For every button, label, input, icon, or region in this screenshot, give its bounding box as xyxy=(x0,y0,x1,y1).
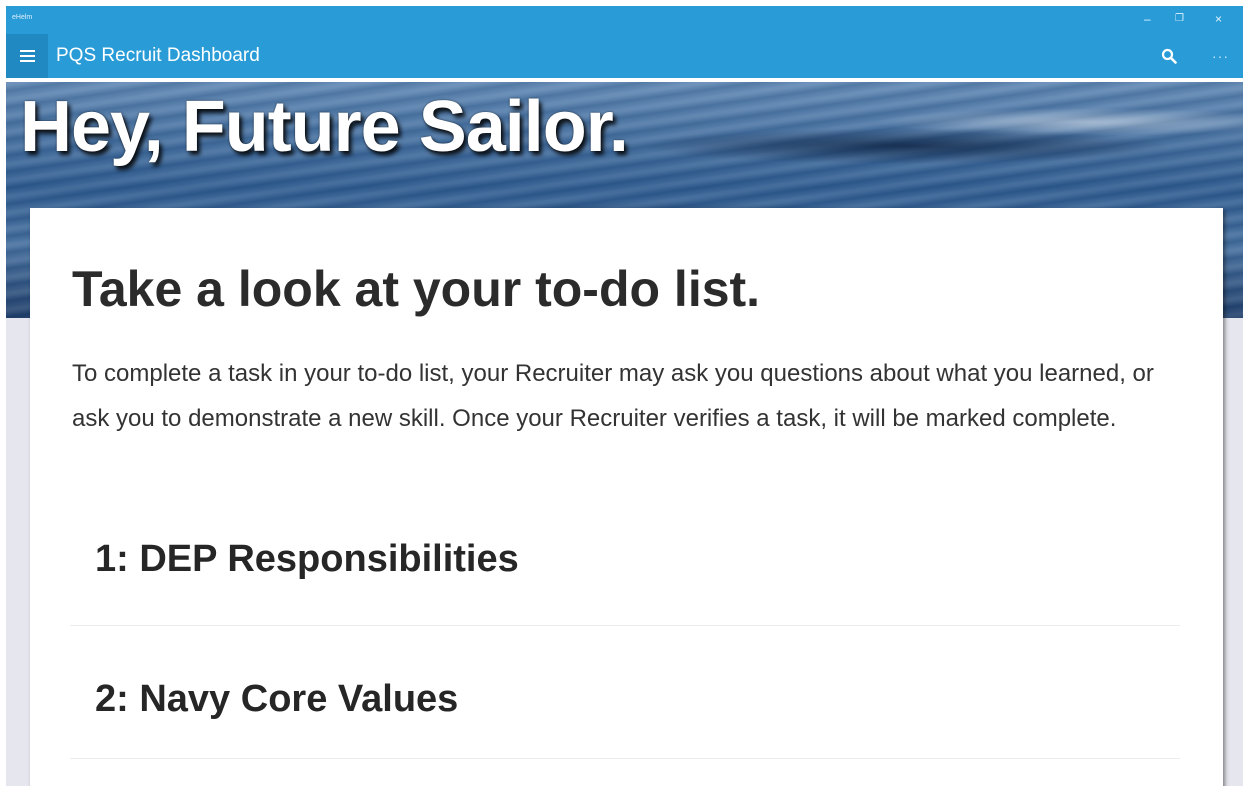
card-title: Take a look at your to-do list. xyxy=(72,261,761,317)
more-options-icon[interactable]: ··· xyxy=(1212,48,1229,64)
app-bar: PQS Recruit Dashboard ··· xyxy=(6,34,1243,82)
system-title-bar: eHelm – ❐ × xyxy=(6,6,1243,34)
app-id-label: eHelm xyxy=(12,14,33,21)
app-title: PQS Recruit Dashboard xyxy=(56,45,260,66)
todo-card: Take a look at your to-do list. To compl… xyxy=(30,208,1223,786)
task-item-navy-core-values[interactable]: 2: Navy Core Values xyxy=(70,626,1180,759)
task-label: 1: DEP Responsibilities xyxy=(95,538,519,580)
task-item-dep-responsibilities[interactable]: 1: DEP Responsibilities xyxy=(70,493,1180,626)
hamburger-menu-icon[interactable] xyxy=(6,34,48,78)
task-label: 2: Navy Core Values xyxy=(95,678,459,720)
restore-icon[interactable]: ❐ xyxy=(1175,12,1184,26)
app-window: eHelm – ❐ × PQS Recruit Dashboard ··· He… xyxy=(6,6,1243,786)
search-icon[interactable] xyxy=(1161,48,1177,64)
close-icon[interactable]: × xyxy=(1215,12,1222,26)
minimize-icon[interactable]: – xyxy=(1144,12,1151,26)
card-description: To complete a task in your to-do list, y… xyxy=(72,360,1154,432)
hero-headline: Hey, Future Sailor. xyxy=(20,87,629,167)
